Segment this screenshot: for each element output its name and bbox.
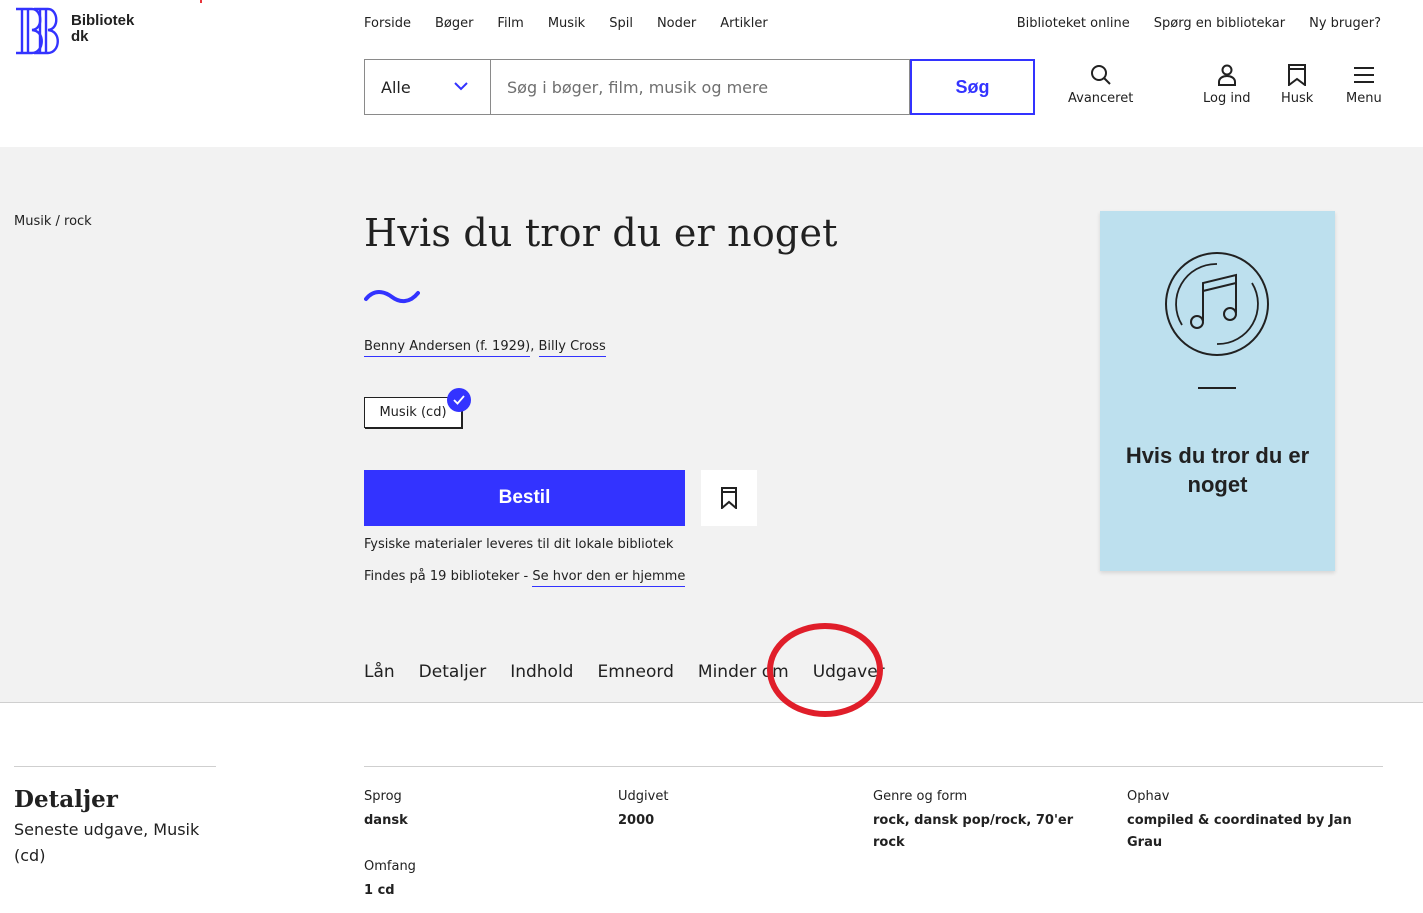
- squiggle-decoration-icon: [364, 290, 420, 304]
- bibliotek-logo-icon: [16, 7, 59, 55]
- hamburger-menu-icon: [1353, 67, 1374, 83]
- tab-indhold[interactable]: Indhold: [510, 662, 573, 682]
- logo-line2: dk: [71, 28, 89, 45]
- detail-genre: Genre og form rock, dansk pop/rock, 70'e…: [873, 789, 1103, 854]
- search-input[interactable]: [490, 59, 910, 115]
- menu-button[interactable]: Menu: [1346, 64, 1382, 106]
- login-label: Log ind: [1203, 91, 1251, 106]
- detail-value: compiled & coordinated by Jan Grau: [1127, 813, 1352, 850]
- music-note-icon: [1165, 252, 1269, 356]
- logo-line1: Bibliotek: [71, 12, 135, 29]
- decorative-dot: [200, 0, 202, 3]
- detail-label: Omfang: [364, 859, 416, 874]
- menu-label: Menu: [1346, 91, 1382, 106]
- availability-text: Findes på 19 biblioteker - Se hvor den e…: [364, 569, 686, 587]
- tab-minder-om[interactable]: Minder om: [698, 662, 789, 682]
- advanced-search-label: Avanceret: [1068, 91, 1134, 106]
- tab-udgaver[interactable]: Udgaver: [813, 662, 885, 682]
- detail-label: Sprog: [364, 789, 402, 804]
- divider: [14, 766, 216, 767]
- detail-published: Udgivet 2000: [618, 789, 668, 832]
- creator-separator: ,: [530, 339, 535, 354]
- delivery-note: Fysiske materialer leveres til dit lokal…: [364, 537, 674, 552]
- page-title: Hvis du tror du er noget: [364, 211, 838, 255]
- tab-laan[interactable]: Lån: [364, 662, 395, 682]
- detail-value: dansk: [364, 813, 408, 828]
- user-icon: [1217, 64, 1236, 86]
- cover-image: Hvis du tror du er noget: [1100, 211, 1335, 571]
- detail-value: 2000: [618, 813, 655, 828]
- logo-link[interactable]: Bibliotek dk: [14, 6, 134, 56]
- detail-value: 1 cd: [364, 883, 395, 898]
- availability-link[interactable]: Se hvor den er hjemme: [532, 569, 686, 587]
- divider: [364, 766, 1383, 767]
- search-bar: Alle Søg: [364, 59, 1035, 115]
- advanced-search-button[interactable]: Avanceret: [1068, 64, 1133, 106]
- availability-prefix: Findes på 19 biblioteker -: [364, 569, 533, 584]
- creator-link-benny-andersen[interactable]: Benny Andersen (f. 1929): [364, 339, 531, 357]
- detail-extent: Omfang 1 cd: [364, 859, 416, 902]
- chevron-down-icon: [454, 82, 468, 91]
- details-subheading: Seneste udgave, Musik (cd): [14, 820, 200, 865]
- detail-label: Ophav: [1127, 789, 1170, 804]
- nav-item-ny-bruger[interactable]: Ny bruger?: [1309, 16, 1381, 31]
- cover-divider: [1198, 387, 1236, 389]
- search-button[interactable]: Søg: [910, 59, 1035, 115]
- search-icon: [1090, 65, 1111, 85]
- nav-item-boger[interactable]: Bøger: [435, 16, 473, 31]
- detail-value: rock, dansk pop/rock, 70'er rock: [873, 813, 1074, 850]
- order-button[interactable]: Bestil: [364, 470, 685, 526]
- remember-label: Husk: [1281, 91, 1314, 106]
- site-header: Bibliotek dk Forside Bøger Film Musik Sp…: [0, 0, 1423, 147]
- detail-label: Udgivet: [618, 789, 669, 804]
- nav-item-artikler[interactable]: Artikler: [720, 16, 767, 31]
- remember-button[interactable]: Husk: [1281, 64, 1313, 106]
- detail-label: Genre og form: [873, 789, 968, 804]
- cover-title: Hvis du tror du er noget: [1125, 443, 1310, 497]
- nav-item-sporg-bibliotekar[interactable]: Spørg en bibliotekar: [1154, 16, 1285, 31]
- tab-emneord[interactable]: Emneord: [597, 662, 673, 682]
- login-button[interactable]: Log ind: [1203, 64, 1250, 106]
- bookmark-button[interactable]: [701, 470, 757, 526]
- nav-item-forside[interactable]: Forside: [364, 16, 411, 31]
- logo-text: Bibliotek dk: [71, 13, 134, 45]
- nav-item-biblioteket-online[interactable]: Biblioteket online: [1017, 16, 1130, 31]
- nav-item-noder[interactable]: Noder: [657, 16, 696, 31]
- nav-item-musik[interactable]: Musik: [548, 16, 585, 31]
- section-tabs: Lån Detaljer Indhold Emneord Minder om U…: [364, 662, 909, 682]
- search-category-select[interactable]: Alle: [364, 59, 490, 115]
- detail-language: Sprog dansk: [364, 789, 408, 832]
- breadcrumb[interactable]: Musik / rock: [14, 214, 92, 229]
- tab-detaljer[interactable]: Detaljer: [419, 662, 487, 682]
- bookmark-icon: [1288, 64, 1307, 86]
- creator-link-billy-cross[interactable]: Billy Cross: [538, 339, 606, 357]
- search-category-value: Alle: [381, 77, 411, 97]
- nav-item-spil[interactable]: Spil: [609, 16, 633, 31]
- main-nav: Forside Bøger Film Musik Spil Noder Arti…: [364, 16, 792, 31]
- bookmark-icon: [721, 487, 737, 509]
- detail-origin: Ophav compiled & coordinated by Jan Grau: [1127, 789, 1357, 854]
- details-heading: Detaljer: [14, 786, 118, 813]
- creators-list: Benny Andersen (f. 1929), Billy Cross: [364, 339, 606, 357]
- secondary-nav: Biblioteket online Spørg en bibliotekar …: [993, 16, 1381, 31]
- nav-item-film[interactable]: Film: [497, 16, 523, 31]
- work-hero: Musik / rock Hvis du tror du er noget Be…: [0, 147, 1423, 703]
- checkmark-icon: [447, 388, 471, 412]
